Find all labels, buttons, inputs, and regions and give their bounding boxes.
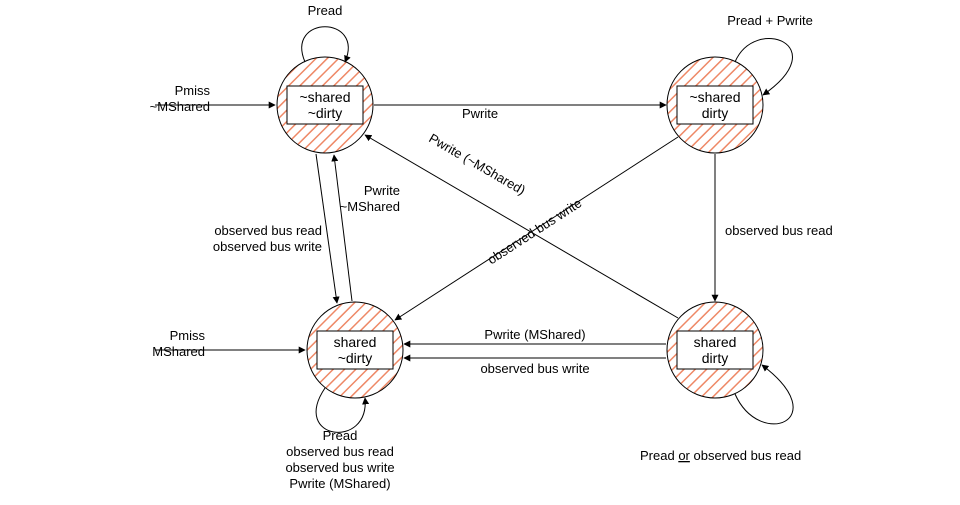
self-loop-tl-label: Pread — [308, 3, 343, 18]
state-tr-line1: ~shared — [690, 89, 741, 105]
state-bl-line1: shared — [334, 334, 377, 350]
state-tr-line2: dirty — [702, 105, 728, 121]
state-not-shared-not-dirty: ~shared ~dirty — [277, 57, 373, 153]
edge-br-tl — [365, 135, 678, 318]
edge-tr-br-label: observed bus read — [725, 223, 833, 238]
edge-tr-bl-label: observed bus write — [485, 195, 585, 267]
entry-bl-l2: MShared — [152, 344, 205, 359]
state-tl-line1: ~shared — [300, 89, 351, 105]
edge-bl-tl-l2: ~MShared — [340, 199, 400, 214]
self-loop-bl-l2: observed bus read — [286, 444, 394, 459]
entry-tl-l1: Pmiss — [175, 83, 211, 98]
state-bl-line2: ~dirty — [338, 350, 373, 366]
self-loop-br-label: Pread or observed bus read — [640, 448, 801, 463]
state-shared-dirty: shared dirty — [667, 302, 763, 398]
self-loop-bl-l4: Pwrite (MShared) — [289, 476, 390, 491]
edge-tl-tr-label: Pwrite — [462, 106, 498, 121]
edge-bl-tl-l1: Pwrite — [364, 183, 400, 198]
edge-br-bl-l1: Pwrite (MShared) — [484, 327, 585, 342]
self-loop-tr-label: Pread + Pwrite — [727, 13, 813, 28]
state-br-line2: dirty — [702, 350, 728, 366]
self-loop-bl-l1: Pread — [323, 428, 358, 443]
state-not-shared-dirty: ~shared dirty — [667, 57, 763, 153]
self-loop-bl-l3: observed bus write — [285, 460, 394, 475]
edge-br-tl-label: Pwrite (~MShared) — [426, 130, 528, 197]
edge-bl-tl — [334, 155, 352, 301]
edge-br-bl-l2: observed bus write — [480, 361, 589, 376]
entry-tl-l2: ~MShared — [150, 99, 210, 114]
edge-tl-bl-l1: observed bus read — [214, 223, 322, 238]
state-tl-line2: ~dirty — [308, 105, 343, 121]
state-br-line1: shared — [694, 334, 737, 350]
state-shared-not-dirty: shared ~dirty — [307, 302, 403, 398]
edge-tl-bl-l2: observed bus write — [213, 239, 322, 254]
entry-bl-l1: Pmiss — [170, 328, 206, 343]
